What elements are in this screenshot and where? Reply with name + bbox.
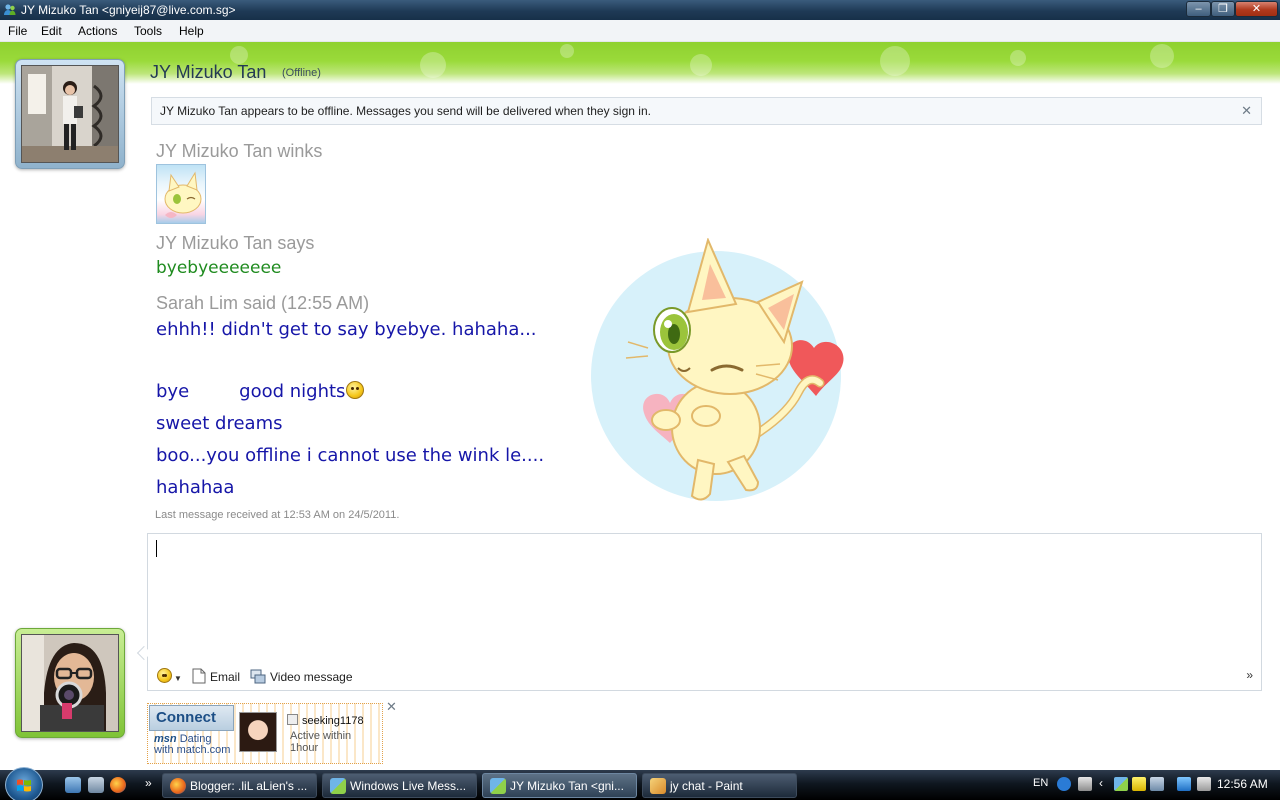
contact-status: (Offline) bbox=[282, 67, 321, 79]
video-message-label: Video message bbox=[270, 670, 353, 684]
emoticon-picker-button[interactable]: ▼ bbox=[156, 668, 182, 684]
self-message-part: good nights bbox=[239, 381, 346, 402]
self-message-part: bye bbox=[156, 381, 190, 402]
security-tray-icon[interactable] bbox=[1132, 777, 1146, 791]
offline-notice-text: JY Mizuko Tan appears to be offline. Mes… bbox=[160, 104, 651, 118]
usb-tray-icon[interactable] bbox=[1078, 777, 1092, 791]
messenger-app-icon bbox=[4, 4, 16, 15]
wink-animation-cat bbox=[591, 238, 844, 501]
video-message-icon bbox=[250, 669, 266, 684]
offline-notice: JY Mizuko Tan appears to be offline. Mes… bbox=[151, 97, 1262, 125]
taskbar-item-label: JY Mizuko Tan <gni... bbox=[510, 779, 624, 793]
connection-tray-icon[interactable] bbox=[1177, 777, 1191, 791]
tray-expand-arrow[interactable]: ‹ bbox=[1099, 776, 1103, 790]
taskbar-clock[interactable]: 12:56 AM bbox=[1217, 777, 1268, 791]
taskbar-item[interactable]: Blogger: .liL aLien's ... bbox=[162, 773, 317, 798]
ad-connect-label: Connect bbox=[149, 705, 234, 731]
email-label: Email bbox=[210, 670, 241, 684]
maximize-button[interactable]: ❐ bbox=[1211, 1, 1235, 17]
smiley-emoticon-icon bbox=[346, 381, 365, 399]
self-avatar[interactable] bbox=[15, 628, 125, 738]
quick-launch-more[interactable]: » bbox=[145, 776, 152, 790]
video-message-button[interactable]: Video message bbox=[250, 668, 353, 684]
taskbar-item-label: Windows Live Mess... bbox=[350, 779, 467, 793]
start-button[interactable] bbox=[5, 767, 43, 800]
help-tray-icon[interactable] bbox=[1057, 777, 1071, 791]
taskbar-item-label: Blogger: .liL aLien's ... bbox=[190, 779, 308, 793]
ad-brand-match: with match.com bbox=[154, 744, 231, 756]
taskbar-item[interactable]: jy chat - Paint bbox=[642, 773, 797, 798]
self-message-line: ehhh!! didn't get to say byebye. hahaha.… bbox=[156, 319, 537, 340]
self-message-line: sweet dreams bbox=[156, 413, 283, 434]
messenger-conversation-icon bbox=[490, 778, 506, 794]
close-window-button[interactable]: ✕ bbox=[1235, 1, 1278, 17]
taskbar-item[interactable]: Windows Live Mess... bbox=[322, 773, 477, 798]
taskbar: » Blogger: .liL aLien's ... Windows Live… bbox=[0, 767, 1280, 800]
contact-message: byebyeeeeeee bbox=[156, 258, 282, 278]
menu-edit[interactable]: Edit bbox=[41, 24, 62, 38]
show-desktop-icon[interactable] bbox=[65, 777, 81, 793]
taskbar-item-active[interactable]: JY Mizuko Tan <gni... bbox=[482, 773, 637, 798]
compose-toolbar: ▼ Email Video message » bbox=[148, 662, 1261, 690]
menu-help[interactable]: Help bbox=[179, 24, 204, 38]
volume-tray-icon[interactable] bbox=[1197, 777, 1211, 791]
window-title: JY Mizuko Tan <gniyeij87@live.com.sg> bbox=[21, 3, 236, 17]
ad-profile-photo bbox=[239, 712, 277, 752]
menu-tools[interactable]: Tools bbox=[134, 24, 162, 38]
firefox-icon bbox=[170, 778, 186, 794]
contact-says-header: JY Mizuko Tan says bbox=[156, 233, 315, 253]
menu-file[interactable]: File bbox=[8, 24, 27, 38]
contact-avatar[interactable] bbox=[15, 59, 125, 169]
self-said-header: Sarah Lim said (12:55 AM) bbox=[156, 293, 370, 313]
wink-sender-header: JY Mizuko Tan winks bbox=[156, 141, 323, 161]
contact-name: JY Mizuko Tan bbox=[150, 62, 267, 82]
ad-brand: msn Dating with match.com bbox=[154, 734, 230, 756]
language-indicator[interactable]: EN bbox=[1033, 777, 1048, 789]
taskbar-item-label: jy chat - Paint bbox=[670, 779, 743, 793]
self-message-line: boo...you offline i cannot use the wink … bbox=[156, 445, 545, 466]
messenger-icon bbox=[330, 778, 346, 794]
self-message-line: bye good nights bbox=[156, 381, 365, 402]
dating-advertisement[interactable]: Connect msn Dating with match.com seekin… bbox=[147, 703, 383, 764]
contact-photo bbox=[21, 65, 119, 163]
last-message-timestamp: Last message received at 12:53 AM on 24/… bbox=[155, 509, 400, 521]
message-input-area[interactable]: ▼ Email Video message » bbox=[147, 533, 1262, 691]
text-caret bbox=[156, 540, 157, 557]
wink-thumbnail[interactable] bbox=[156, 164, 206, 224]
self-photo bbox=[21, 634, 119, 732]
switch-windows-icon[interactable] bbox=[88, 777, 104, 793]
ad-username: seeking1178 bbox=[287, 714, 364, 727]
dismiss-notice-close-icon[interactable]: ✕ bbox=[1241, 103, 1252, 119]
email-button[interactable]: Email bbox=[192, 668, 240, 684]
more-options-button[interactable]: » bbox=[1246, 668, 1253, 682]
menu-actions[interactable]: Actions bbox=[78, 24, 117, 38]
paint-icon bbox=[650, 778, 666, 794]
menu-bar: File Edit Actions Tools Help bbox=[0, 20, 1280, 42]
messenger-tray-icon[interactable] bbox=[1114, 777, 1128, 791]
ad-active-status: Active within 1hour bbox=[290, 730, 352, 754]
windows-logo-icon bbox=[17, 779, 31, 792]
self-message-line: hahahaa bbox=[156, 477, 235, 498]
emoticon-icon bbox=[157, 668, 172, 683]
document-icon bbox=[192, 668, 206, 684]
firefox-quicklaunch-icon[interactable] bbox=[110, 777, 126, 793]
minimize-button[interactable]: – bbox=[1186, 1, 1211, 17]
title-bar: JY Mizuko Tan <gniyeij87@live.com.sg> – … bbox=[0, 0, 1280, 20]
ad-close-icon[interactable]: ✕ bbox=[386, 699, 397, 715]
network-tray-icon[interactable] bbox=[1150, 777, 1164, 791]
